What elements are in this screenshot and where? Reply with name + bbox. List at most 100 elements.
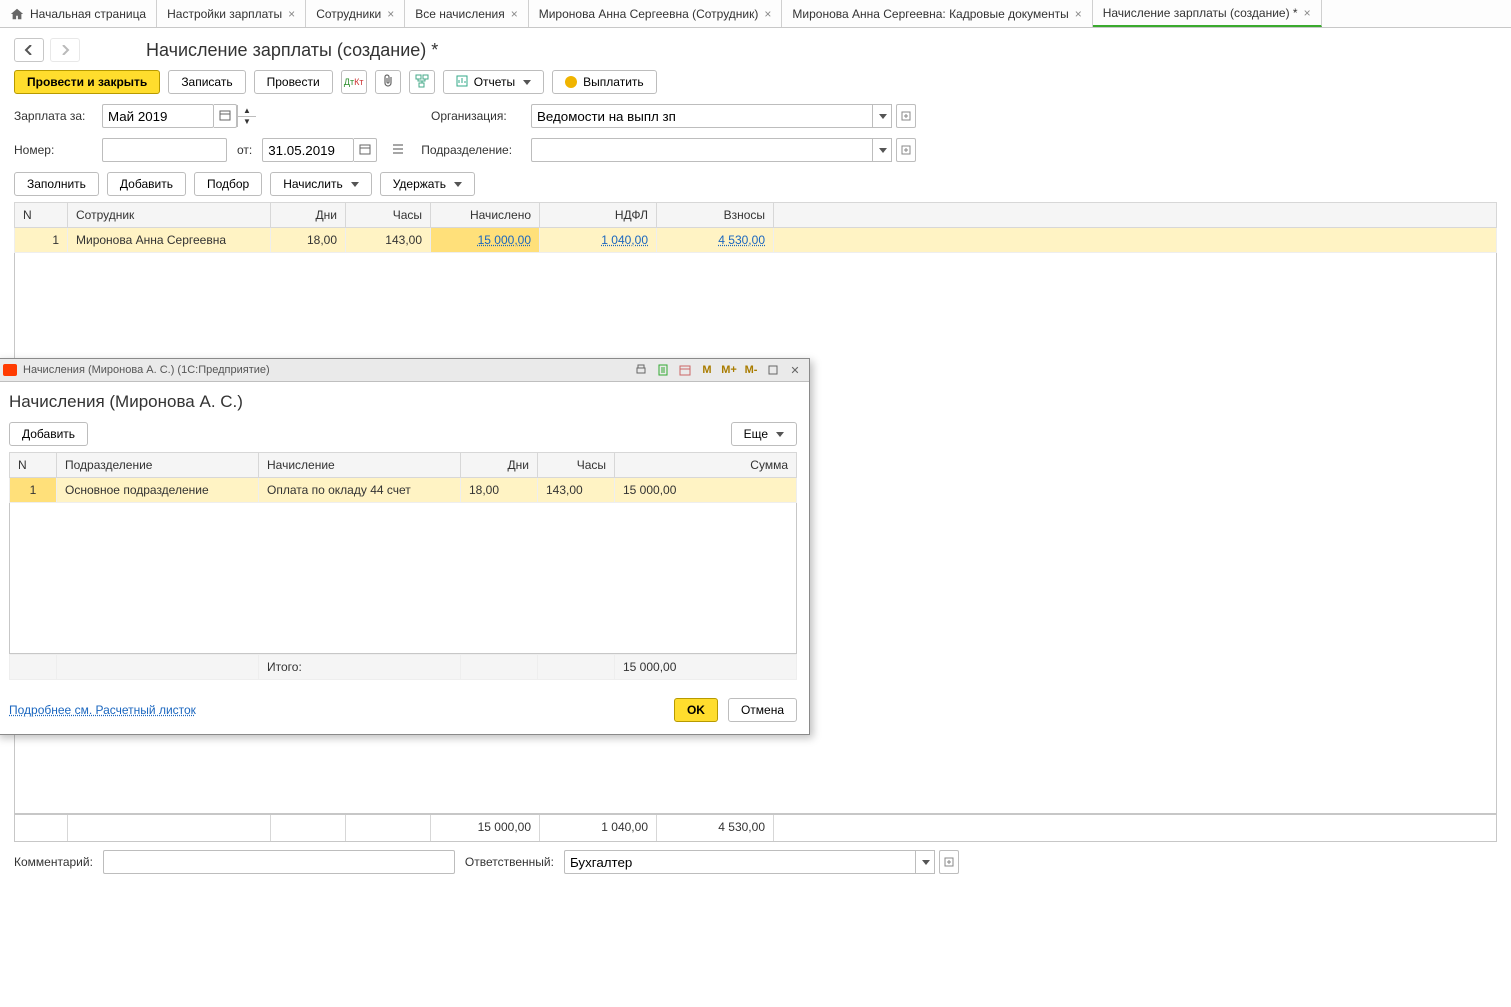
close-icon[interactable]: × (1304, 6, 1311, 20)
responsible-label: Ответственный: (465, 855, 554, 869)
close-icon[interactable]: × (511, 7, 518, 21)
tab-home[interactable]: Начальная страница (0, 0, 157, 27)
dcol-days[interactable]: Дни (461, 453, 538, 478)
ndfl-link[interactable]: 1 040,00 (601, 233, 648, 247)
chevron-down-icon[interactable] (873, 138, 892, 162)
app-1c-icon (3, 364, 17, 376)
period-spinner[interactable]: ▲▼ (237, 105, 256, 127)
tab-item[interactable]: Настройки зарплаты × (157, 0, 306, 27)
list-icon[interactable] (391, 142, 405, 159)
period-label: Зарплата за: (14, 109, 92, 123)
dcol-dept[interactable]: Подразделение (57, 453, 259, 478)
calendar-button[interactable] (214, 104, 237, 128)
col-days[interactable]: Дни (271, 203, 346, 228)
responsible-select[interactable] (564, 850, 959, 874)
col-accrued[interactable]: Начислено (431, 203, 540, 228)
accruals-dialog: Начисления (Миронова А. С.) (1С:Предприя… (0, 358, 810, 735)
save-button[interactable]: Записать (168, 70, 245, 94)
table-row[interactable]: 1 Миронова Анна Сергеевна 18,00 143,00 1… (15, 228, 1497, 253)
open-icon[interactable] (896, 138, 916, 162)
accrued-link[interactable]: 15 000,00 (478, 233, 531, 247)
dcol-n[interactable]: N (10, 453, 57, 478)
accrue-dropdown[interactable]: Начислить (270, 172, 371, 196)
fill-button[interactable]: Заполнить (14, 172, 99, 196)
pay-button[interactable]: Выплатить (552, 70, 657, 94)
tax-link[interactable]: 4 530,00 (718, 233, 765, 247)
print-icon[interactable] (633, 362, 649, 378)
dialog-grid-body (9, 503, 797, 654)
close-icon[interactable]: × (387, 7, 394, 21)
calc-icon[interactable] (655, 362, 671, 378)
ok-button[interactable]: OK (674, 698, 718, 722)
details-link[interactable]: Подробнее см. Расчетный листок (9, 703, 196, 717)
chevron-down-icon[interactable] (916, 850, 935, 874)
tab-item[interactable]: Все начисления× (405, 0, 529, 27)
comment-input[interactable] (103, 850, 455, 874)
open-icon[interactable] (896, 104, 916, 128)
post-and-close-button[interactable]: Провести и закрыть (14, 70, 160, 94)
pick-button[interactable]: Подбор (194, 172, 262, 196)
add-button[interactable]: Добавить (107, 172, 186, 196)
col-tax[interactable]: Взносы (657, 203, 774, 228)
col-emp[interactable]: Сотрудник (68, 203, 271, 228)
memory-mplus[interactable]: M+ (721, 362, 737, 378)
maximize-icon[interactable] (765, 362, 781, 378)
nav-back-button[interactable] (14, 38, 44, 62)
dialog-titlebar[interactable]: Начисления (Миронова А. С.) (1С:Предприя… (0, 359, 809, 382)
related-button[interactable] (409, 70, 435, 94)
chevron-down-icon (523, 80, 531, 85)
total-ndfl: 1 040,00 (540, 815, 657, 841)
link-structure-icon (415, 74, 429, 91)
tab-label: Миронова Анна Сергеевна: Кадровые докуме… (792, 7, 1068, 21)
spin-down-icon[interactable]: ▼ (238, 117, 256, 128)
cancel-button[interactable]: Отмена (728, 698, 797, 722)
attach-button[interactable] (375, 70, 401, 94)
calendar-button[interactable] (354, 138, 377, 162)
date-input[interactable] (262, 138, 354, 162)
dialog-add-button[interactable]: Добавить (9, 422, 88, 446)
tab-item[interactable]: Сотрудники× (306, 0, 405, 27)
dialog-footer-row: Итого: 15 000,00 (9, 654, 797, 680)
col-ndfl[interactable]: НДФЛ (540, 203, 657, 228)
nav-forward-button[interactable] (50, 38, 80, 62)
deduct-dropdown[interactable]: Удержать (380, 172, 475, 196)
memory-mminus[interactable]: M- (743, 362, 759, 378)
dialog-more-dropdown[interactable]: Еще (731, 422, 797, 446)
dcol-sum[interactable]: Сумма (615, 453, 797, 478)
tab-item[interactable]: Миронова Анна Сергеевна (Сотрудник) × (529, 0, 783, 27)
chevron-down-icon[interactable] (873, 104, 892, 128)
open-icon[interactable] (939, 850, 959, 874)
dcol-accrual[interactable]: Начисление (259, 453, 461, 478)
chevron-down-icon (776, 432, 784, 437)
tab-label: Миронова Анна Сергеевна (Сотрудник) (539, 7, 759, 21)
calendar-icon (359, 143, 371, 158)
close-icon[interactable]: × (764, 7, 771, 21)
close-icon[interactable]: ✕ (787, 362, 803, 378)
number-input[interactable] (102, 138, 227, 162)
close-icon[interactable]: × (1075, 7, 1082, 21)
col-hours[interactable]: Часы (346, 203, 431, 228)
table-row[interactable]: 1 Основное подразделение Оплата по оклад… (10, 478, 797, 503)
tab-item[interactable]: Миронова Анна Сергеевна: Кадровые докуме… (782, 0, 1092, 27)
payroll-grid[interactable]: N Сотрудник Дни Часы Начислено НДФЛ Взно… (14, 202, 1497, 253)
dept-select[interactable] (531, 138, 916, 162)
page-title: Начисление зарплаты (создание) * (146, 40, 438, 61)
close-icon[interactable]: × (288, 7, 295, 21)
dtkt-button[interactable]: ДтКт (341, 70, 367, 94)
tab-label: Начисление зарплаты (создание) * (1103, 6, 1298, 20)
col-n[interactable]: N (15, 203, 68, 228)
calendar-icon[interactable] (677, 362, 693, 378)
dialog-grid[interactable]: N Подразделение Начисление Дни Часы Сумм… (9, 452, 797, 503)
chevron-down-icon (351, 182, 359, 187)
tab-item-active[interactable]: Начисление зарплаты (создание) * × (1093, 0, 1322, 27)
dcol-hours[interactable]: Часы (538, 453, 615, 478)
post-button[interactable]: Провести (254, 70, 333, 94)
paperclip-icon (382, 74, 394, 91)
from-label: от: (237, 143, 252, 157)
spin-up-icon[interactable]: ▲ (238, 105, 256, 117)
tab-label: Настройки зарплаты (167, 7, 282, 21)
org-select[interactable] (531, 104, 916, 128)
period-input[interactable] (102, 104, 214, 128)
memory-m[interactable]: M (699, 362, 715, 378)
reports-dropdown[interactable]: Отчеты (443, 70, 544, 94)
